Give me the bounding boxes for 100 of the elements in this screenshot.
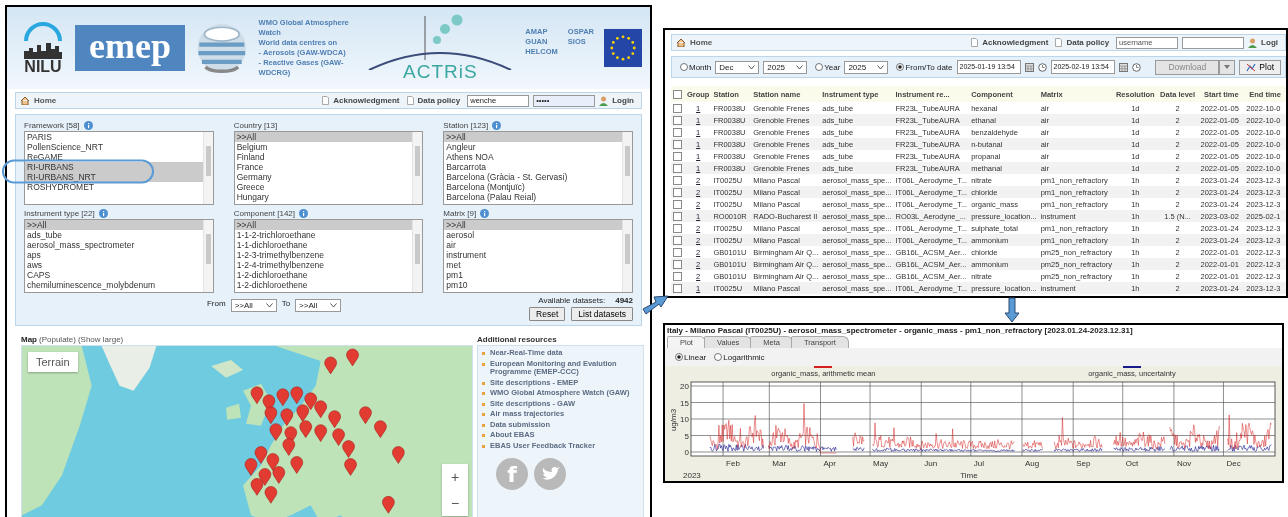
plot-button[interactable]: Plot xyxy=(1239,59,1281,75)
list-option[interactable]: CAPS xyxy=(25,270,203,280)
list-option[interactable]: aerosol_mass_spectrometer xyxy=(25,240,203,250)
zoom-button[interactable]: − xyxy=(442,490,468,516)
list-option[interactable]: >>All xyxy=(444,132,622,142)
month-radio[interactable]: Month xyxy=(680,62,712,72)
list-option[interactable]: >>All xyxy=(234,132,413,142)
row-checkbox[interactable] xyxy=(673,199,682,209)
year-select[interactable]: 2025 xyxy=(844,60,889,74)
scrollbar[interactable] xyxy=(622,132,632,204)
list-option[interactable]: Greece xyxy=(234,182,413,192)
list-option[interactable]: pm1 xyxy=(444,270,622,280)
list-option[interactable]: Angleur xyxy=(444,142,622,152)
bird-icon[interactable] xyxy=(534,458,566,490)
scrollbar[interactable] xyxy=(622,220,632,292)
list-option[interactable]: Hungary xyxy=(234,192,413,202)
clock-icon[interactable] xyxy=(1131,62,1141,72)
list-option[interactable]: aerosol xyxy=(444,230,622,240)
list-option[interactable]: PollenScience_NRT xyxy=(25,142,203,152)
list-box[interactable]: >>All Belgium Finland France Germany Greece Hungary xyxy=(233,131,424,205)
row-checkbox[interactable] xyxy=(673,175,682,185)
list-option[interactable]: pm10 xyxy=(444,280,622,290)
terrain-button[interactable]: Terrain xyxy=(28,352,78,372)
row-checkbox[interactable] xyxy=(673,151,682,161)
login-link[interactable]: Login xyxy=(612,96,634,105)
row-checkbox[interactable] xyxy=(673,211,682,221)
list-option[interactable]: Germany xyxy=(234,172,413,182)
map-link[interactable]: (Show large) xyxy=(77,335,124,344)
scrollbar[interactable] xyxy=(412,132,423,204)
list-option[interactable]: Barcelona (Gràcia - St. Gervasi) xyxy=(444,172,622,182)
list-option[interactable]: met xyxy=(444,260,622,270)
list-box[interactable]: >>All Angleur Athens NOA Barcarrota Barcelona (Gràcia - St. Gervasi) Barcelona (Montjuïc) Barcelona (Palau Reial) xyxy=(443,131,633,205)
to-select[interactable]: >>All xyxy=(295,299,342,312)
home-link[interactable]: Home xyxy=(34,96,57,105)
row-checkbox[interactable] xyxy=(673,139,682,149)
row-checkbox[interactable] xyxy=(673,271,682,281)
list-box[interactable]: >>All aerosol air instrument met pm1 pm10 xyxy=(443,219,633,293)
scrollbar[interactable] xyxy=(202,132,213,204)
nav-link[interactable]: Data policy xyxy=(1066,38,1110,47)
scrollbar[interactable] xyxy=(412,220,423,292)
list-option[interactable]: 1-1-2-trichloroethane xyxy=(234,230,413,240)
row-checkbox[interactable] xyxy=(673,103,682,113)
row-checkbox[interactable] xyxy=(673,283,682,293)
password-field[interactable] xyxy=(1182,36,1245,49)
year-radio[interactable]: Year xyxy=(815,62,841,72)
list-option[interactable]: >>All xyxy=(25,220,203,230)
list-box[interactable]: PARIS PollenScience_NRT ReGAME RI-URBANS RI-URBANS_NRT ROSHYDROMET xyxy=(24,131,214,205)
select-all-checkbox[interactable] xyxy=(673,89,682,99)
month-select[interactable]: Dec xyxy=(715,60,760,74)
list-option[interactable]: 1-2-4-trimethylbenzene xyxy=(234,260,413,270)
list-option[interactable]: 1-2-dichloroethane xyxy=(234,270,413,280)
login-link[interactable]: Logi xyxy=(1261,38,1278,47)
row-checkbox[interactable] xyxy=(673,247,682,257)
list-option[interactable]: Athens NOA xyxy=(444,152,622,162)
nav-link[interactable]: Acknowledgment xyxy=(982,38,1049,47)
list-option[interactable]: air xyxy=(444,240,622,250)
list-option[interactable]: 1-2-dichloroethene xyxy=(234,280,413,290)
list-option[interactable]: ads_tube xyxy=(25,230,203,240)
zoom-button[interactable]: + xyxy=(442,464,468,490)
list-option[interactable]: aps xyxy=(25,250,203,260)
nav-link[interactable]: Acknowledgment xyxy=(333,96,400,105)
year-select[interactable]: 2025 xyxy=(763,60,808,74)
home-link[interactable]: Home xyxy=(690,38,713,47)
nav-link[interactable]: Data policy xyxy=(417,96,461,105)
scale-radio[interactable]: Linear xyxy=(675,352,707,362)
list-option[interactable]: >>All xyxy=(444,220,622,230)
from-select[interactable]: >>All xyxy=(230,299,277,312)
list-option[interactable]: 1-2-3-trimethylbenzene xyxy=(234,250,413,260)
list-option[interactable]: RI-URBANS_NRT xyxy=(25,172,203,182)
dropdown-button[interactable] xyxy=(1219,59,1236,75)
list-option[interactable]: Belgium xyxy=(234,142,413,152)
clock-icon[interactable] xyxy=(1037,62,1047,72)
row-checkbox[interactable] xyxy=(673,163,682,173)
list-option[interactable]: France xyxy=(234,162,413,172)
list-option[interactable]: chemiluminescence_molybdenum xyxy=(25,280,203,290)
row-checkbox[interactable] xyxy=(673,127,682,137)
list-option[interactable]: ReGAME xyxy=(25,152,203,162)
list-option[interactable]: aws xyxy=(25,260,203,270)
list-option[interactable]: PARIS xyxy=(25,132,203,142)
list-option[interactable]: Barcarrota xyxy=(444,162,622,172)
list-option[interactable]: Finland xyxy=(234,152,413,162)
action-button[interactable]: Reset xyxy=(529,307,566,321)
map-link[interactable]: (Populate) xyxy=(39,335,76,344)
calendar-icon[interactable] xyxy=(1118,62,1128,72)
scale-radio[interactable]: Logarithmic xyxy=(714,352,765,362)
row-checkbox[interactable] xyxy=(673,259,682,269)
scrollbar[interactable] xyxy=(202,220,213,292)
date-range-radio[interactable]: From/To date xyxy=(896,62,953,72)
row-checkbox[interactable] xyxy=(673,235,682,245)
list-option[interactable]: >>All xyxy=(234,220,413,230)
list-option[interactable]: instrument xyxy=(444,250,622,260)
list-box[interactable]: >>All 1-1-2-trichloroethane 1-1-dichloroethane 1-2-3-trimethylbenzene 1-2-4-trimethylbenzene 1-2-dichloroethane 1-2-dichloroethene xyxy=(233,219,424,293)
row-checkbox[interactable] xyxy=(673,115,682,125)
list-option[interactable]: Barcelona (Montjuïc) xyxy=(444,182,622,192)
row-checkbox[interactable] xyxy=(673,223,682,233)
list-box[interactable]: >>All ads_tube aerosol_mass_spectrometer aps aws CAPS chemiluminescence_molybdenum xyxy=(24,219,214,293)
list-option[interactable]: Barcelona (Palau Reial) xyxy=(444,192,622,202)
action-button[interactable]: List datasets xyxy=(571,307,633,321)
list-option[interactable]: RI-URBANS xyxy=(25,162,203,172)
calendar-icon[interactable] xyxy=(1024,62,1034,72)
